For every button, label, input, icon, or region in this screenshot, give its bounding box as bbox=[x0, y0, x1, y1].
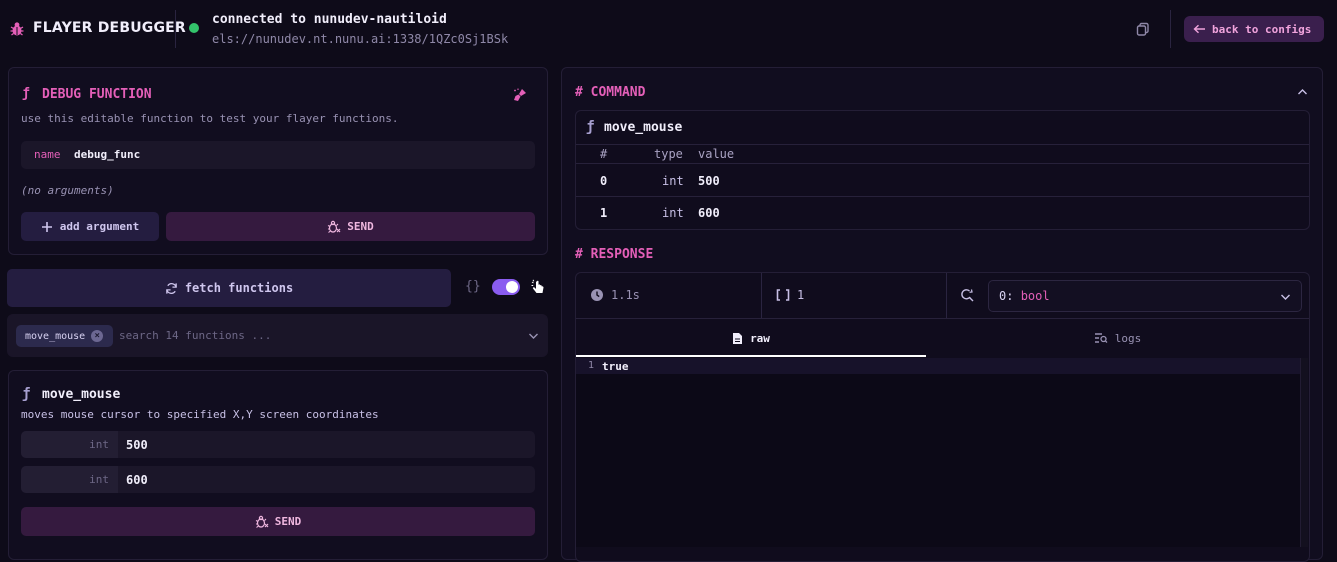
brackets-icon bbox=[776, 289, 790, 301]
response-title: # RESPONSE bbox=[575, 247, 654, 262]
remove-chip-icon[interactable]: × bbox=[91, 330, 104, 342]
connection-url: els://nunudev.nt.nunu.ai:1338/1QZc0Sj1BS… bbox=[212, 32, 509, 46]
function-send-button[interactable]: SEND bbox=[21, 507, 535, 536]
bug-send-icon bbox=[255, 515, 269, 529]
tab-logs-label: logs bbox=[1114, 331, 1142, 345]
table-row-0-value: 500 bbox=[698, 174, 720, 188]
bug-icon bbox=[9, 21, 25, 37]
tab-logs[interactable]: logs bbox=[926, 319, 1309, 357]
table-divider bbox=[576, 196, 1309, 197]
function-search-input[interactable]: search 14 functions ... bbox=[119, 329, 271, 342]
argument-1-field[interactable]: int 600 bbox=[21, 466, 535, 493]
header-divider bbox=[175, 10, 176, 48]
refresh-icon bbox=[165, 282, 178, 295]
command-table bbox=[575, 110, 1310, 230]
argument-1-value[interactable]: 600 bbox=[126, 466, 148, 493]
response-line-text: true bbox=[602, 360, 629, 373]
column-value-header: value bbox=[698, 147, 735, 161]
connection-status-dot bbox=[189, 23, 199, 33]
app-title: FLAYER DEBUGGER bbox=[33, 20, 186, 36]
debug-function-title: DEBUG FUNCTION bbox=[42, 87, 152, 102]
name-field[interactable]: name debug_func bbox=[21, 141, 535, 169]
function-icon: ƒ bbox=[22, 86, 30, 101]
active-tab-indicator bbox=[576, 355, 926, 357]
debug-send-label: SEND bbox=[347, 220, 374, 233]
file-icon bbox=[732, 332, 743, 345]
table-row-1-index: 1 bbox=[600, 206, 608, 220]
function-send-label: SEND bbox=[274, 515, 302, 528]
result-select[interactable]: 0: bool bbox=[988, 280, 1302, 312]
current-line-highlight bbox=[576, 358, 1300, 374]
tab-raw-label: raw bbox=[750, 331, 770, 345]
response-divider bbox=[946, 273, 947, 318]
clock-icon bbox=[590, 288, 604, 302]
table-row-1-type: int bbox=[662, 206, 684, 220]
selected-function-description: moves mouse cursor to specified X,Y scre… bbox=[21, 408, 379, 421]
chevron-down-icon bbox=[1280, 293, 1291, 301]
list-search-icon bbox=[1094, 332, 1108, 344]
no-arguments-text: (no arguments) bbox=[21, 184, 114, 197]
name-label: name bbox=[34, 148, 61, 161]
debug-send-button[interactable]: SEND bbox=[166, 212, 535, 241]
table-divider bbox=[576, 163, 1309, 164]
connection-title: connected to nunudev-nautiloid bbox=[212, 12, 447, 27]
column-type-header: type bbox=[654, 147, 683, 161]
response-count: 1 bbox=[797, 288, 805, 302]
table-row-0-index: 0 bbox=[600, 174, 608, 188]
cursor-pointer-icon[interactable] bbox=[530, 279, 546, 295]
back-to-configs-label: back to configs bbox=[1212, 22, 1312, 36]
arrow-left-icon bbox=[1193, 24, 1206, 34]
debug-function-description: use this editable function to test your … bbox=[21, 112, 399, 125]
copy-icon[interactable] bbox=[1136, 22, 1150, 36]
table-divider bbox=[576, 144, 1309, 145]
add-argument-label: add argument bbox=[59, 220, 140, 233]
plus-icon bbox=[41, 221, 53, 233]
paint-brush-icon[interactable] bbox=[513, 88, 527, 102]
fetch-functions-button[interactable]: fetch functions bbox=[7, 269, 451, 307]
selected-function-name: move_mouse bbox=[42, 387, 121, 402]
result-select-value: 0: bool bbox=[999, 289, 1050, 303]
back-to-configs-button[interactable]: back to configs bbox=[1184, 16, 1324, 42]
argument-0-field[interactable]: int 500 bbox=[21, 431, 535, 458]
fetch-functions-label: fetch functions bbox=[184, 281, 294, 295]
chevron-down-icon[interactable] bbox=[528, 332, 539, 340]
json-mode-toggle[interactable] bbox=[492, 279, 520, 295]
column-index-header: # bbox=[600, 147, 608, 161]
editor-scrollbar[interactable] bbox=[1300, 358, 1308, 547]
function-icon: ƒ bbox=[586, 119, 595, 135]
table-row-0-type: int bbox=[662, 174, 684, 188]
tab-raw[interactable]: raw bbox=[576, 319, 926, 357]
add-argument-button[interactable]: add argument bbox=[21, 212, 159, 241]
command-function-name: move_mouse bbox=[604, 120, 683, 135]
selected-function-chip[interactable]: move_mouse × bbox=[16, 325, 113, 347]
table-row-1-value: 600 bbox=[698, 206, 720, 220]
response-duration: 1.1s bbox=[611, 288, 640, 302]
command-title: # COMMAND bbox=[575, 85, 646, 100]
json-braces-label: {} bbox=[465, 279, 481, 294]
response-editor[interactable]: 1 true bbox=[576, 358, 1308, 547]
function-icon: ƒ bbox=[22, 386, 31, 402]
app-header: FLAYER DEBUGGER connected to nunudev-nau… bbox=[0, 0, 1337, 60]
selected-function-chip-label: move_mouse bbox=[25, 330, 86, 342]
argument-0-value[interactable]: 500 bbox=[126, 431, 148, 458]
response-divider bbox=[761, 273, 762, 318]
search-refresh-icon[interactable] bbox=[960, 288, 974, 302]
bug-send-icon bbox=[327, 220, 341, 234]
argument-1-type: int bbox=[21, 466, 118, 493]
line-number: 1 bbox=[588, 360, 595, 371]
chevron-up-icon[interactable] bbox=[1297, 88, 1308, 96]
argument-0-type: int bbox=[21, 431, 118, 458]
header-divider-right bbox=[1170, 10, 1171, 48]
name-value: debug_func bbox=[74, 148, 141, 161]
